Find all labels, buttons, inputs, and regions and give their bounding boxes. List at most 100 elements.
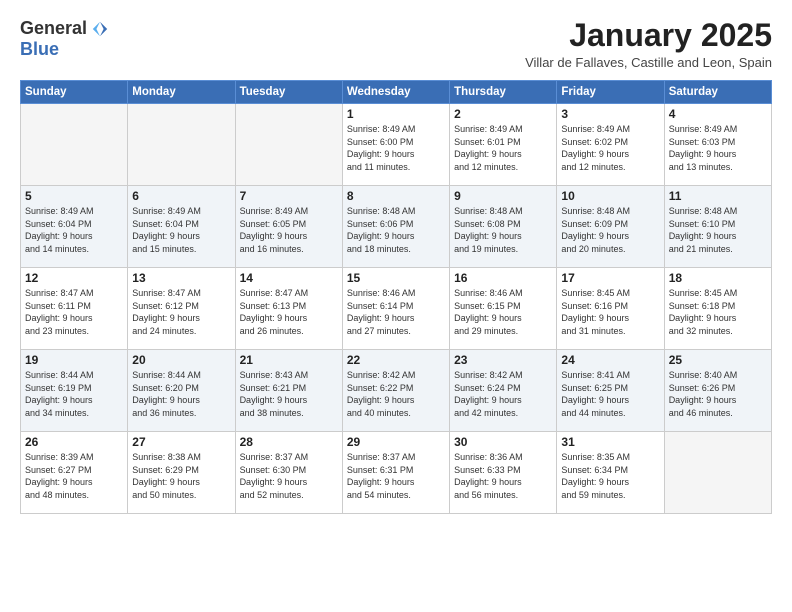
calendar-cell: 13Sunrise: 8:47 AM Sunset: 6:12 PM Dayli… bbox=[128, 268, 235, 350]
calendar-cell: 7 Sunrise: 8:49 AM Sunset: 6:05 PM Daylig… bbox=[235, 186, 342, 268]
day-info: Sunrise: 8:48 AM Sunset: 6:06 PM Dayligh… bbox=[347, 205, 445, 255]
day-info: Sunrise: 8:49 AM Sunset: 6:05 PM Dayligh… bbox=[240, 205, 338, 255]
day-number: 10 bbox=[561, 189, 659, 203]
day-number: 27 bbox=[132, 435, 230, 449]
calendar-cell: 15Sunrise: 8:46 AM Sunset: 6:14 PM Dayli… bbox=[342, 268, 449, 350]
calendar-header-row: Sunday Monday Tuesday Wednesday Thursday… bbox=[21, 81, 772, 104]
day-number: 23 bbox=[454, 353, 552, 367]
day-info: Sunrise: 8:37 AM Sunset: 6:31 PM Dayligh… bbox=[347, 451, 445, 501]
calendar-cell: 18 Sunrise: 8:45 AM Sunset: 6:18 PM Dayli… bbox=[664, 268, 771, 350]
day-info: Sunrise: 8:36 AM Sunset: 6:33 PM Dayligh… bbox=[454, 451, 552, 501]
calendar-cell: 20Sunrise: 8:44 AM Sunset: 6:20 PM Dayli… bbox=[128, 350, 235, 432]
calendar-cell: 21 Sunrise: 8:43 AM Sunset: 6:21 PM Dayli… bbox=[235, 350, 342, 432]
day-number: 12 bbox=[25, 271, 123, 285]
col-thursday: Thursday bbox=[450, 81, 557, 104]
calendar-cell: 12 Sunrise: 8:47 AM Sunset: 6:11 PM Dayli… bbox=[21, 268, 128, 350]
day-info: Sunrise: 8:49 AM Sunset: 6:01 PM Dayligh… bbox=[454, 123, 552, 173]
calendar-week-row: 19Sunrise: 8:44 AM Sunset: 6:19 PM Dayli… bbox=[21, 350, 772, 432]
calendar-cell: 2 Sunrise: 8:49 AM Sunset: 6:01 PM Daylig… bbox=[450, 104, 557, 186]
logo-icon bbox=[91, 20, 109, 38]
calendar-cell bbox=[235, 104, 342, 186]
day-number: 20 bbox=[132, 353, 230, 367]
day-info: Sunrise: 8:46 AM Sunset: 6:14 PM Dayligh… bbox=[347, 287, 445, 337]
calendar: Sunday Monday Tuesday Wednesday Thursday… bbox=[20, 80, 772, 514]
day-info: Sunrise: 8:41 AM Sunset: 6:25 PM Dayligh… bbox=[561, 369, 659, 419]
calendar-cell: 16 Sunrise: 8:46 AM Sunset: 6:15 PM Dayli… bbox=[450, 268, 557, 350]
day-info: Sunrise: 8:48 AM Sunset: 6:08 PM Dayligh… bbox=[454, 205, 552, 255]
day-info: Sunrise: 8:47 AM Sunset: 6:11 PM Dayligh… bbox=[25, 287, 123, 337]
day-info: Sunrise: 8:38 AM Sunset: 6:29 PM Dayligh… bbox=[132, 451, 230, 501]
col-monday: Monday bbox=[128, 81, 235, 104]
calendar-cell: 17 Sunrise: 8:45 AM Sunset: 6:16 PM Dayli… bbox=[557, 268, 664, 350]
day-number: 18 bbox=[669, 271, 767, 285]
day-number: 11 bbox=[669, 189, 767, 203]
col-saturday: Saturday bbox=[664, 81, 771, 104]
calendar-week-row: 1 Sunrise: 8:49 AM Sunset: 6:00 PM Daylig… bbox=[21, 104, 772, 186]
day-info: Sunrise: 8:42 AM Sunset: 6:22 PM Dayligh… bbox=[347, 369, 445, 419]
title-block: January 2025 Villar de Fallaves, Castill… bbox=[525, 18, 772, 70]
day-info: Sunrise: 8:46 AM Sunset: 6:15 PM Dayligh… bbox=[454, 287, 552, 337]
calendar-cell: 27 Sunrise: 8:38 AM Sunset: 6:29 PM Dayli… bbox=[128, 432, 235, 514]
day-number: 26 bbox=[25, 435, 123, 449]
col-wednesday: Wednesday bbox=[342, 81, 449, 104]
calendar-cell: 4 Sunrise: 8:49 AM Sunset: 6:03 PM Daylig… bbox=[664, 104, 771, 186]
day-number: 22 bbox=[347, 353, 445, 367]
calendar-cell: 8Sunrise: 8:48 AM Sunset: 6:06 PM Daylig… bbox=[342, 186, 449, 268]
calendar-cell: 5 Sunrise: 8:49 AM Sunset: 6:04 PM Daylig… bbox=[21, 186, 128, 268]
logo: General Blue bbox=[20, 18, 109, 60]
calendar-cell: 6 Sunrise: 8:49 AM Sunset: 6:04 PM Daylig… bbox=[128, 186, 235, 268]
day-number: 4 bbox=[669, 107, 767, 121]
calendar-cell: 30 Sunrise: 8:36 AM Sunset: 6:33 PM Dayli… bbox=[450, 432, 557, 514]
day-info: Sunrise: 8:43 AM Sunset: 6:21 PM Dayligh… bbox=[240, 369, 338, 419]
page: General Blue January 2025 Villar de Fall… bbox=[0, 0, 792, 612]
calendar-cell: 26 Sunrise: 8:39 AM Sunset: 6:27 PM Dayli… bbox=[21, 432, 128, 514]
day-number: 29 bbox=[347, 435, 445, 449]
day-info: Sunrise: 8:49 AM Sunset: 6:04 PM Dayligh… bbox=[132, 205, 230, 255]
calendar-cell: 25 Sunrise: 8:40 AM Sunset: 6:26 PM Dayli… bbox=[664, 350, 771, 432]
calendar-cell: 11Sunrise: 8:48 AM Sunset: 6:10 PM Dayli… bbox=[664, 186, 771, 268]
day-info: Sunrise: 8:45 AM Sunset: 6:18 PM Dayligh… bbox=[669, 287, 767, 337]
day-number: 19 bbox=[25, 353, 123, 367]
calendar-cell: 28 Sunrise: 8:37 AM Sunset: 6:30 PM Dayli… bbox=[235, 432, 342, 514]
day-number: 2 bbox=[454, 107, 552, 121]
day-info: Sunrise: 8:40 AM Sunset: 6:26 PM Dayligh… bbox=[669, 369, 767, 419]
day-number: 24 bbox=[561, 353, 659, 367]
day-info: Sunrise: 8:49 AM Sunset: 6:04 PM Dayligh… bbox=[25, 205, 123, 255]
day-info: Sunrise: 8:45 AM Sunset: 6:16 PM Dayligh… bbox=[561, 287, 659, 337]
calendar-cell: 22 Sunrise: 8:42 AM Sunset: 6:22 PM Dayli… bbox=[342, 350, 449, 432]
col-sunday: Sunday bbox=[21, 81, 128, 104]
day-info: Sunrise: 8:49 AM Sunset: 6:03 PM Dayligh… bbox=[669, 123, 767, 173]
day-info: Sunrise: 8:49 AM Sunset: 6:02 PM Dayligh… bbox=[561, 123, 659, 173]
day-number: 14 bbox=[240, 271, 338, 285]
day-number: 3 bbox=[561, 107, 659, 121]
calendar-cell: 29 Sunrise: 8:37 AM Sunset: 6:31 PM Dayli… bbox=[342, 432, 449, 514]
day-number: 9 bbox=[454, 189, 552, 203]
calendar-cell: 3 Sunrise: 8:49 AM Sunset: 6:02 PM Daylig… bbox=[557, 104, 664, 186]
day-number: 28 bbox=[240, 435, 338, 449]
calendar-cell bbox=[21, 104, 128, 186]
day-info: Sunrise: 8:49 AM Sunset: 6:00 PM Dayligh… bbox=[347, 123, 445, 173]
logo-blue: Blue bbox=[20, 39, 59, 60]
day-number: 1 bbox=[347, 107, 445, 121]
day-number: 13 bbox=[132, 271, 230, 285]
day-number: 7 bbox=[240, 189, 338, 203]
calendar-cell: 9 Sunrise: 8:48 AM Sunset: 6:08 PM Daylig… bbox=[450, 186, 557, 268]
day-number: 17 bbox=[561, 271, 659, 285]
day-info: Sunrise: 8:48 AM Sunset: 6:09 PM Dayligh… bbox=[561, 205, 659, 255]
day-number: 5 bbox=[25, 189, 123, 203]
calendar-week-row: 26 Sunrise: 8:39 AM Sunset: 6:27 PM Dayli… bbox=[21, 432, 772, 514]
day-info: Sunrise: 8:47 AM Sunset: 6:13 PM Dayligh… bbox=[240, 287, 338, 337]
day-info: Sunrise: 8:39 AM Sunset: 6:27 PM Dayligh… bbox=[25, 451, 123, 501]
day-number: 25 bbox=[669, 353, 767, 367]
day-info: Sunrise: 8:42 AM Sunset: 6:24 PM Dayligh… bbox=[454, 369, 552, 419]
day-number: 30 bbox=[454, 435, 552, 449]
col-friday: Friday bbox=[557, 81, 664, 104]
month-title: January 2025 bbox=[525, 18, 772, 53]
day-number: 6 bbox=[132, 189, 230, 203]
day-info: Sunrise: 8:37 AM Sunset: 6:30 PM Dayligh… bbox=[240, 451, 338, 501]
location-subtitle: Villar de Fallaves, Castille and Leon, S… bbox=[525, 55, 772, 70]
calendar-cell: 14 Sunrise: 8:47 AM Sunset: 6:13 PM Dayli… bbox=[235, 268, 342, 350]
calendar-week-row: 5 Sunrise: 8:49 AM Sunset: 6:04 PM Daylig… bbox=[21, 186, 772, 268]
day-number: 21 bbox=[240, 353, 338, 367]
day-number: 16 bbox=[454, 271, 552, 285]
